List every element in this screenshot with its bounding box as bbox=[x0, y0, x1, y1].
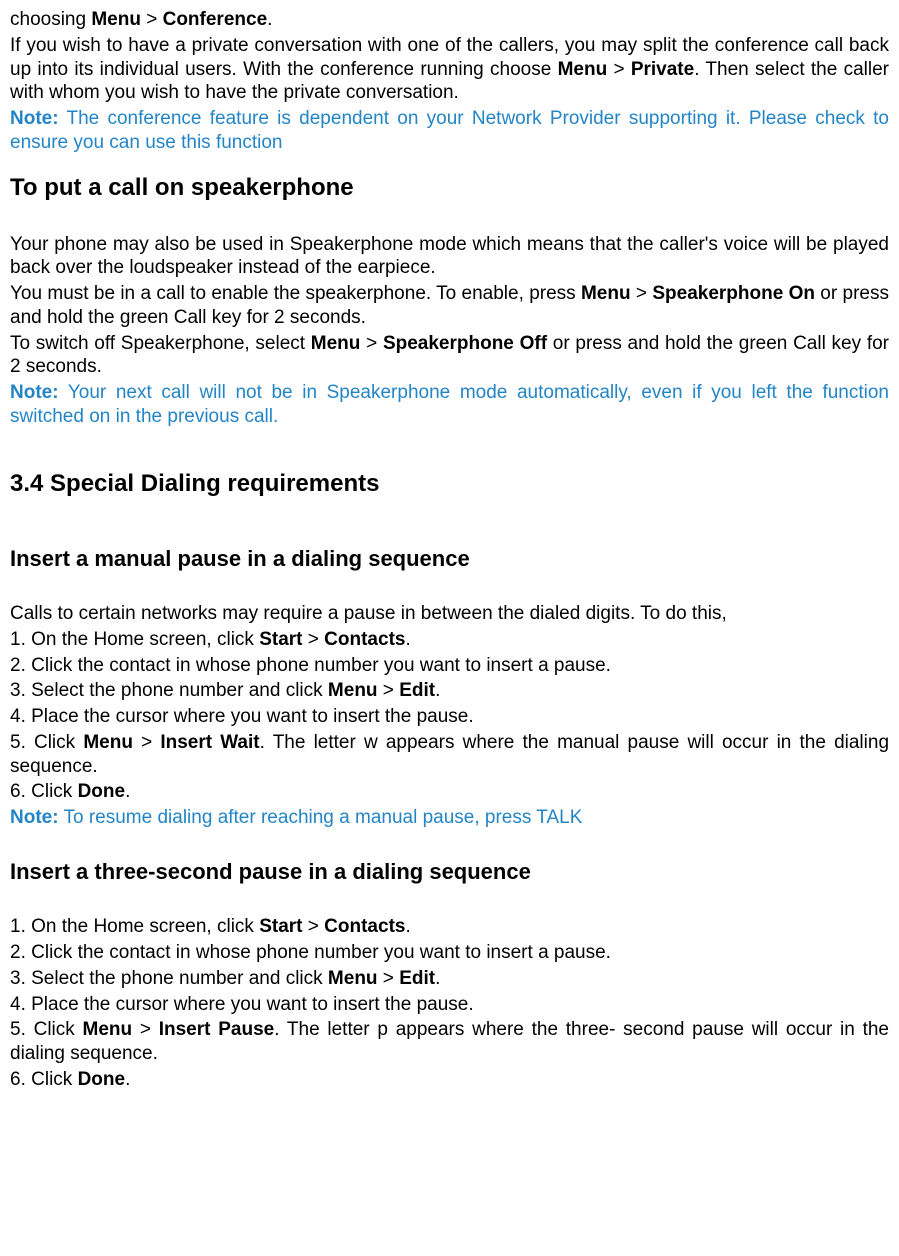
manual-note: Note: To resume dialing after reaching a… bbox=[10, 806, 889, 830]
start-label: Start bbox=[259, 916, 302, 937]
sep: > bbox=[631, 283, 653, 304]
heading-manual-pause: Insert a manual pause in a dialing seque… bbox=[10, 545, 889, 573]
text: 3. Select the phone number and click bbox=[10, 968, 328, 989]
period: . bbox=[435, 968, 440, 989]
period: . bbox=[405, 916, 410, 937]
speaker-p3: To switch off Speakerphone, select Menu … bbox=[10, 332, 889, 380]
text: 5. Click bbox=[10, 1019, 83, 1040]
manual-step-6: 6. Click Done. bbox=[10, 780, 889, 804]
done-label: Done bbox=[78, 781, 126, 802]
sep: > bbox=[303, 629, 325, 650]
insert-pause-label: Insert Pause bbox=[159, 1019, 274, 1040]
threesec-step-6: 6. Click Done. bbox=[10, 1068, 889, 1092]
note-label: Note: bbox=[10, 807, 59, 828]
speaker-note: Note: Your next call will not be in Spea… bbox=[10, 381, 889, 429]
manual-intro: Calls to certain networks may require a … bbox=[10, 602, 889, 626]
threesec-step-3: 3. Select the phone number and click Men… bbox=[10, 967, 889, 991]
heading-speakerphone: To put a call on speakerphone bbox=[10, 173, 889, 203]
menu-label: Menu bbox=[311, 333, 361, 354]
manual-step-5: 5. Click Menu > Insert Wait. The letter … bbox=[10, 731, 889, 779]
text: choosing bbox=[10, 9, 91, 30]
text: To switch off Speakerphone, select bbox=[10, 333, 311, 354]
speakerphone-off-label: Speakerphone Off bbox=[383, 333, 547, 354]
manual-step-3: 3. Select the phone number and click Men… bbox=[10, 679, 889, 703]
insert-wait-label: Insert Wait bbox=[160, 732, 259, 753]
note-label: Note: bbox=[10, 108, 59, 129]
period: . bbox=[435, 680, 440, 701]
intro-para-2: If you wish to have a private conversati… bbox=[10, 34, 889, 105]
text: 6. Click bbox=[10, 1069, 78, 1090]
threesec-step-5: 5. Click Menu > Insert Pause. The letter… bbox=[10, 1018, 889, 1066]
sep: > bbox=[378, 968, 400, 989]
period: . bbox=[125, 781, 130, 802]
period: . bbox=[405, 629, 410, 650]
menu-label: Menu bbox=[328, 968, 378, 989]
heading-section-3-4: 3.4 Special Dialing requirements bbox=[10, 469, 889, 499]
period: . bbox=[125, 1069, 130, 1090]
text: 1. On the Home screen, click bbox=[10, 916, 259, 937]
sep: > bbox=[133, 732, 160, 753]
manual-step-1: 1. On the Home screen, click Start > Con… bbox=[10, 628, 889, 652]
menu-label: Menu bbox=[91, 9, 141, 30]
threesec-step-4: 4. Place the cursor where you want to in… bbox=[10, 993, 889, 1017]
private-label: Private bbox=[631, 59, 694, 80]
text: 3. Select the phone number and click bbox=[10, 680, 328, 701]
intro-line-1: choosing Menu > Conference. bbox=[10, 8, 889, 32]
sep: > bbox=[378, 680, 400, 701]
note-text: Your next call will not be in Speakerpho… bbox=[10, 382, 889, 427]
menu-label: Menu bbox=[83, 1019, 133, 1040]
threesec-step-1: 1. On the Home screen, click Start > Con… bbox=[10, 915, 889, 939]
edit-label: Edit bbox=[399, 968, 435, 989]
manual-step-4: 4. Place the cursor where you want to in… bbox=[10, 705, 889, 729]
conference-label: Conference bbox=[163, 9, 268, 30]
contacts-label: Contacts bbox=[324, 916, 405, 937]
edit-label: Edit bbox=[399, 680, 435, 701]
text: 5. Click bbox=[10, 732, 83, 753]
menu-label: Menu bbox=[83, 732, 133, 753]
manual-step-2: 2. Click the contact in whose phone numb… bbox=[10, 654, 889, 678]
heading-three-second-pause: Insert a three-second pause in a dialing… bbox=[10, 858, 889, 886]
intro-note: Note: The conference feature is dependen… bbox=[10, 107, 889, 155]
sep: > bbox=[607, 59, 631, 80]
note-label: Note: bbox=[10, 382, 59, 403]
sep: > bbox=[141, 9, 163, 30]
speakerphone-on-label: Speakerphone On bbox=[652, 283, 815, 304]
threesec-step-2: 2. Click the contact in whose phone numb… bbox=[10, 941, 889, 965]
period: . bbox=[267, 9, 272, 30]
speaker-p2: You must be in a call to enable the spea… bbox=[10, 282, 889, 330]
speaker-p1: Your phone may also be used in Speakerph… bbox=[10, 233, 889, 281]
sep: > bbox=[132, 1019, 159, 1040]
menu-label: Menu bbox=[581, 283, 631, 304]
note-text: The conference feature is dependent on y… bbox=[10, 108, 889, 153]
contacts-label: Contacts bbox=[324, 629, 405, 650]
sep: > bbox=[303, 916, 325, 937]
text: 1. On the Home screen, click bbox=[10, 629, 259, 650]
text: You must be in a call to enable the spea… bbox=[10, 283, 581, 304]
start-label: Start bbox=[259, 629, 302, 650]
menu-label: Menu bbox=[328, 680, 378, 701]
sep: > bbox=[360, 333, 383, 354]
note-text: To resume dialing after reaching a manua… bbox=[59, 807, 583, 828]
done-label: Done bbox=[78, 1069, 126, 1090]
text: 6. Click bbox=[10, 781, 78, 802]
menu-label: Menu bbox=[558, 59, 608, 80]
